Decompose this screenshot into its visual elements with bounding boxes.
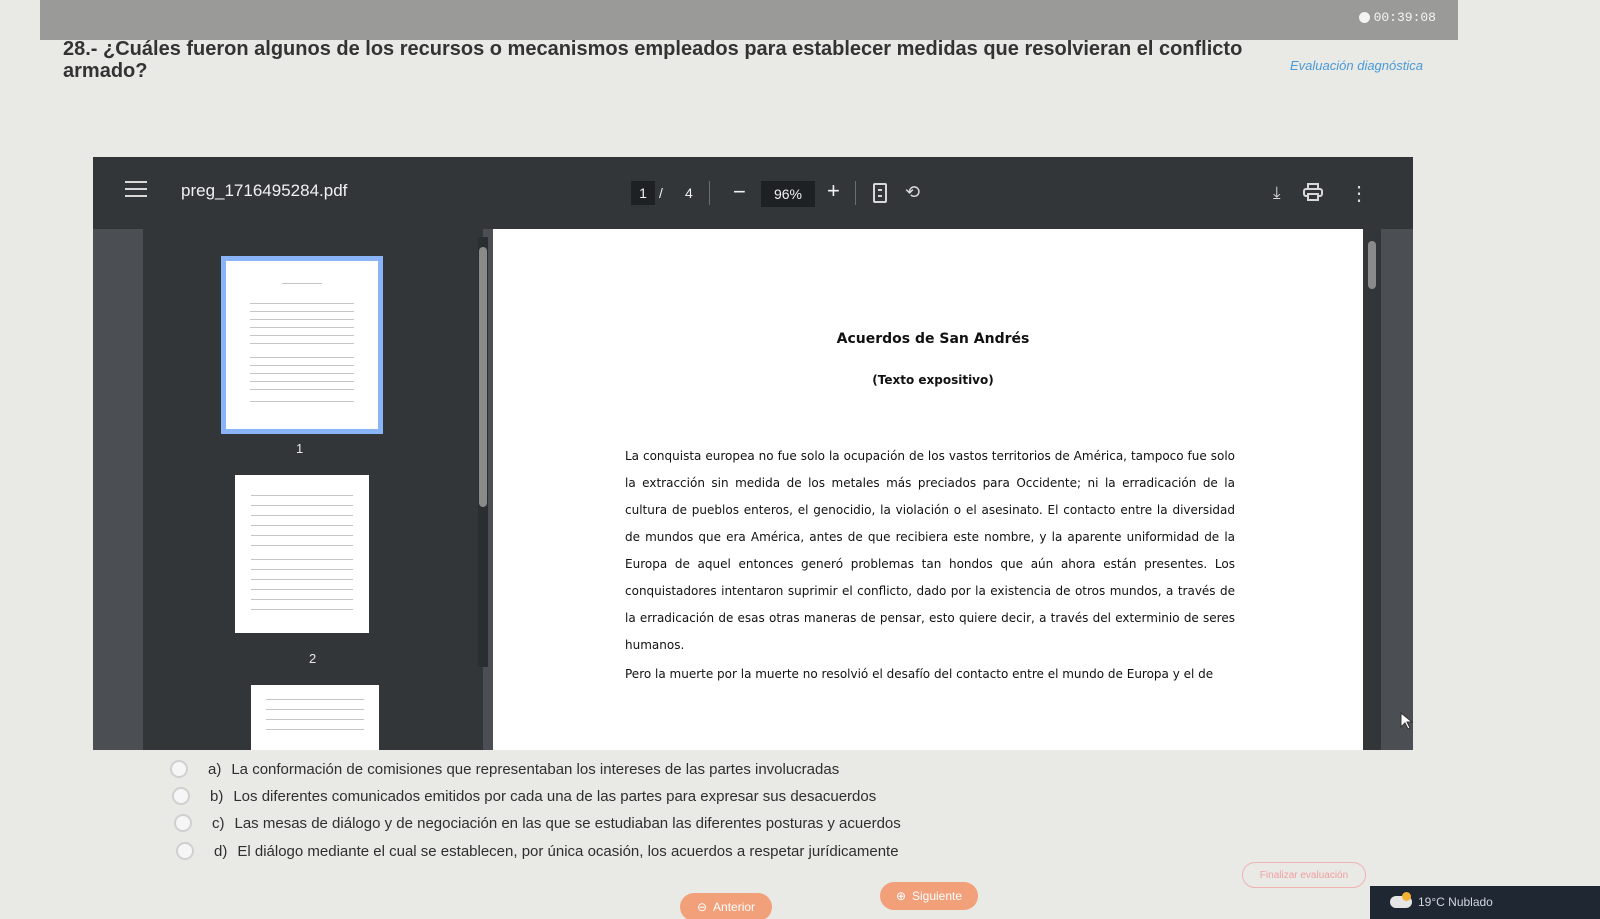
thumbnail-label: 1: [296, 441, 304, 456]
next-button[interactable]: ⊕ Siguiente: [880, 882, 978, 910]
pdf-toolbar: preg_1716495284.pdf 1 / 4 − 96% + ⟲ ⤓ ⋮: [93, 157, 1413, 229]
arrow-left-icon: ⊖: [696, 900, 708, 914]
document-paragraph: La conquista europea no fue solo la ocup…: [625, 449, 1235, 652]
timer-value: 00:39:08: [1373, 10, 1436, 25]
taskbar: 19°C Nublado: [1370, 886, 1600, 919]
weather-widget[interactable]: 19°C Nublado: [1390, 892, 1493, 909]
document-scrollbar[interactable]: [1363, 229, 1381, 750]
radio-button[interactable]: [170, 760, 188, 778]
answer-option-a[interactable]: a) La conformación de comisiones que rep…: [170, 760, 839, 778]
radio-button[interactable]: [176, 842, 194, 860]
pdf-filename: preg_1716495284.pdf: [181, 181, 348, 200]
answer-text: Los diferentes comunicados emitidos por …: [233, 787, 877, 805]
rotate-icon[interactable]: ⟲: [905, 182, 925, 202]
radio-button[interactable]: [174, 814, 192, 832]
zoom-in-button[interactable]: +: [827, 178, 840, 204]
question-text: 28.- ¿Cuáles fueron algunos de los recur…: [63, 38, 1243, 82]
answer-text: La conformación de comisiones que repres…: [231, 760, 840, 778]
pdf-page: Acuerdos de San Andrés (Texto expositivo…: [493, 229, 1373, 750]
previous-button[interactable]: ⊖ Anterior: [680, 893, 772, 919]
download-icon[interactable]: ⤓: [1273, 183, 1281, 203]
radio-button[interactable]: [172, 787, 190, 805]
answer-option-c[interactable]: c) Las mesas de diálogo y de negociación…: [174, 814, 901, 832]
weather-text: 19°C Nublado: [1418, 895, 1493, 909]
document-title: Acuerdos de San Andrés: [836, 331, 1030, 347]
toolbar-divider: [709, 181, 710, 205]
pdf-viewer: preg_1716495284.pdf 1 / 4 − 96% + ⟲ ⤓ ⋮: [93, 157, 1413, 750]
fit-page-icon[interactable]: [873, 183, 887, 203]
answer-option-b[interactable]: b) Los diferentes comunicados emitidos p…: [172, 787, 876, 805]
finish-evaluation-button[interactable]: Finalizar evaluación: [1242, 862, 1366, 888]
thumbnail-page-1[interactable]: [221, 256, 383, 434]
thumbnail-sidebar: 1 2: [143, 229, 483, 750]
answer-text: Las mesas de diálogo y de negociación en…: [234, 814, 901, 832]
thumbnail-page-3[interactable]: [251, 685, 379, 750]
document-subtitle: (Texto expositivo): [872, 373, 994, 387]
page-total: 4: [685, 185, 693, 201]
document-paragraph: Pero la muerte por la muerte no resolvió…: [625, 667, 1214, 681]
print-icon[interactable]: [1303, 183, 1323, 201]
thumbnail-label: 2: [309, 651, 317, 666]
weather-cloud-icon: [1390, 892, 1412, 908]
thumbnail-page-image: [234, 269, 370, 421]
clock-icon: [1358, 12, 1370, 23]
timer: 00:39:08: [1358, 10, 1436, 25]
more-options-icon[interactable]: ⋮: [1349, 181, 1369, 206]
top-bar: 00:39:08: [40, 0, 1458, 40]
zoom-level-input[interactable]: 96%: [761, 181, 815, 207]
sidebar-scrollbar[interactable]: [478, 237, 488, 667]
toolbar-divider: [855, 181, 856, 205]
arrow-right-icon: ⊕: [895, 889, 906, 903]
answer-option-d[interactable]: d) El diálogo mediante el cual se establ…: [176, 842, 899, 860]
menu-icon[interactable]: [125, 181, 147, 197]
thumbnail-page-2[interactable]: [235, 475, 369, 633]
mouse-cursor-icon: [1400, 712, 1414, 730]
page-number-input[interactable]: 1: [631, 181, 655, 205]
evaluation-tag: Evaluación diagnóstica: [1290, 58, 1423, 73]
answer-text: El diálogo mediante el cual se establece…: [237, 842, 899, 860]
zoom-out-button[interactable]: −: [733, 179, 746, 205]
page-separator: /: [659, 185, 663, 201]
